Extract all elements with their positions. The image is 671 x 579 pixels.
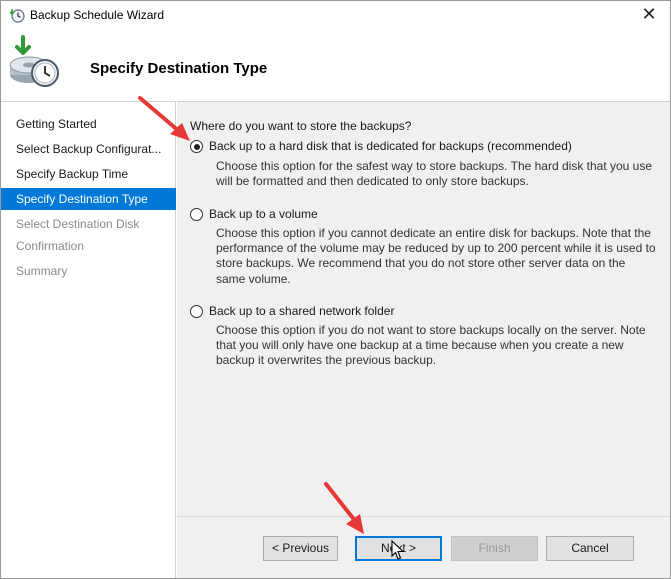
volume-radio[interactable] (190, 208, 203, 221)
sidebar-item-confirmation: Confirmation (16, 239, 85, 253)
dedicated-disk-label[interactable]: Back up to a hard disk that is dedicated… (209, 139, 572, 153)
wizard-steps-sidebar: Getting Started Select Backup Configurat… (1, 101, 176, 578)
volume-label[interactable]: Back up to a volume (209, 207, 318, 221)
sidebar-item-summary: Summary (16, 264, 68, 278)
question-text: Where do you want to store the backups? (190, 119, 412, 133)
close-button[interactable]: ✕ (638, 5, 660, 25)
title-bar: Backup Schedule Wizard ✕ (1, 1, 670, 31)
network-folder-description: Choose this option if you do not want to… (216, 323, 646, 368)
sidebar-item-getting-started[interactable]: Getting Started (1, 113, 176, 135)
network-folder-radio[interactable] (190, 305, 203, 318)
page-title: Specify Destination Type (90, 60, 268, 77)
backup-wizard-icon (9, 35, 59, 87)
previous-button[interactable]: < Previous (263, 536, 338, 561)
sidebar-item-select-destination-disk: Select Destination Disk (16, 217, 140, 231)
dedicated-disk-description: Choose this option for the safest way to… (216, 159, 653, 189)
wizard-window: Backup Schedule Wizard ✕ Specify Destina… (0, 0, 671, 579)
sidebar-item-specify-backup-time[interactable]: Specify Backup Time (1, 163, 176, 185)
backup-clock-icon (9, 9, 25, 23)
volume-description: Choose this option if you cannot dedicat… (216, 226, 656, 286)
sidebar-item-specify-destination-type[interactable]: Specify Destination Type (1, 188, 176, 210)
next-button[interactable]: Next > (355, 536, 442, 561)
close-icon: ✕ (641, 4, 657, 24)
dedicated-disk-radio[interactable] (190, 140, 203, 153)
cancel-button[interactable]: Cancel (546, 536, 634, 561)
wizard-header: Specify Destination Type (1, 31, 670, 99)
window-title: Backup Schedule Wizard (30, 8, 165, 22)
network-folder-label[interactable]: Back up to a shared network folder (209, 304, 394, 318)
destination-options-panel: Where do you want to store the backups? … (177, 101, 670, 516)
finish-button: Finish (451, 536, 538, 561)
wizard-footer: < Previous Next > Finish Cancel (177, 516, 670, 578)
sidebar-item-select-backup-configuration[interactable]: Select Backup Configurat... (1, 138, 176, 160)
